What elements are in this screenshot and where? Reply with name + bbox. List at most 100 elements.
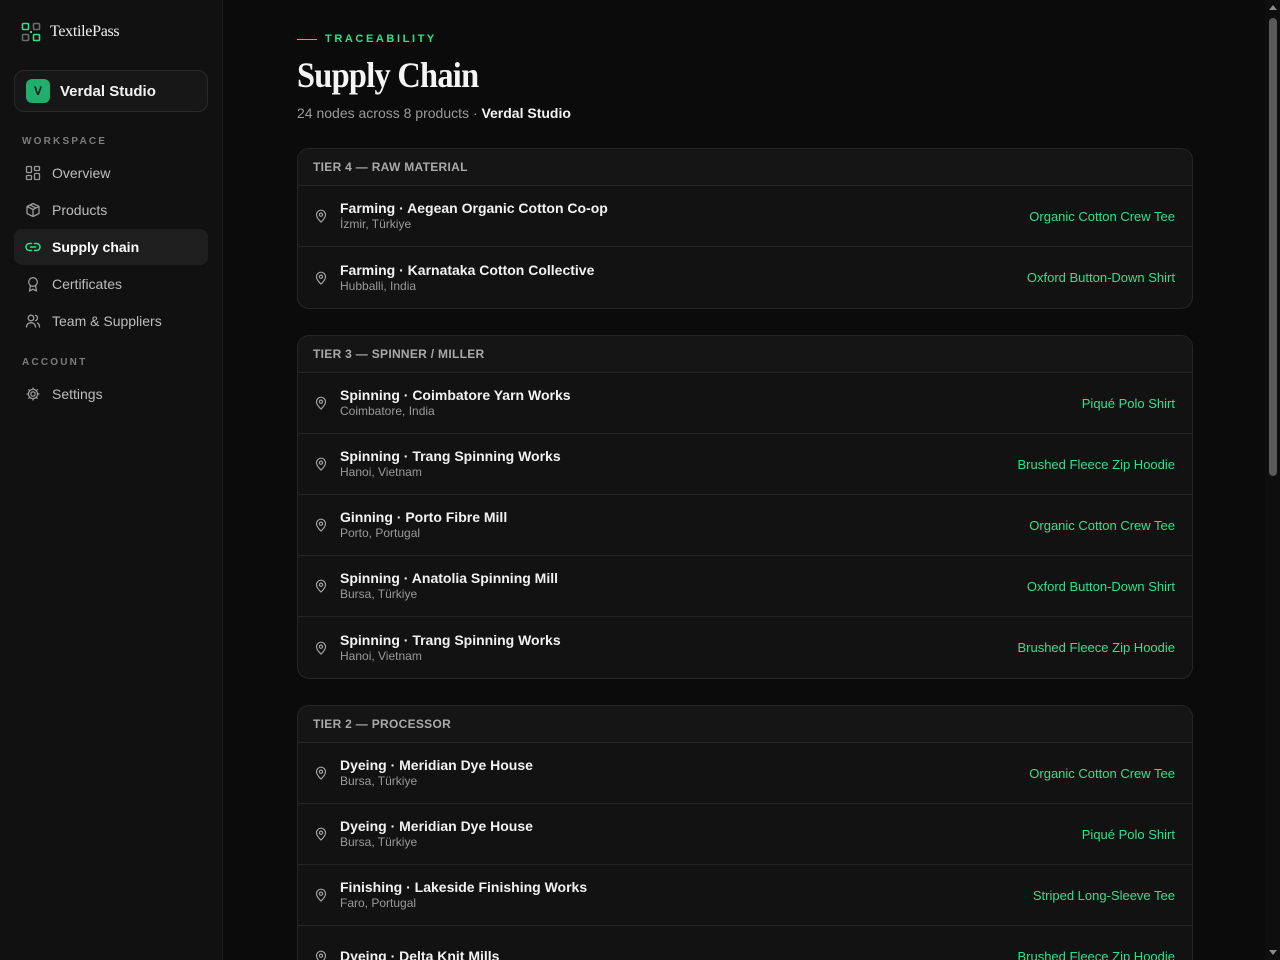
scroll-down-icon[interactable]: [1269, 950, 1277, 955]
sidebar-item-certificates[interactable]: Certificates: [14, 266, 208, 302]
scroll-up-icon[interactable]: [1269, 5, 1277, 10]
brand-name: TextilePass: [50, 23, 120, 40]
main-content: TRACEABILITY Supply Chain 24 nodes acros…: [223, 0, 1280, 960]
map-pin-icon: [315, 457, 327, 471]
account-nav: Settings: [14, 376, 208, 412]
node-location: Faro, Portugal: [340, 896, 417, 910]
node-location: Hanoi, Vietnam: [340, 465, 422, 479]
map-pin-icon: [315, 766, 327, 780]
eyebrow-line: [297, 38, 317, 40]
brand[interactable]: TextilePass: [14, 20, 208, 44]
account-section-label: ACCOUNT: [22, 357, 88, 368]
node-product-link[interactable]: Oxford Button-Down Shirt: [1027, 270, 1175, 285]
node-title: Finishing · Lakeside Finishing Works: [340, 879, 588, 895]
tier-card-2: TIER 2 — PROCESSOR Dyeing · Meridian Dye…: [297, 705, 1193, 960]
map-pin-icon: [315, 641, 327, 655]
gear-icon: [26, 387, 40, 401]
node-text: Dyeing · Meridian Dye House Bursa, Türki…: [340, 818, 1082, 850]
map-pin-icon: [315, 209, 327, 223]
node-product-link[interactable]: Striped Long-Sleeve Tee: [1033, 888, 1175, 903]
tier-card-3: TIER 3 — SPINNER / MILLER Spinning · Coi…: [297, 335, 1193, 679]
node-location: Hanoi, Vietnam: [340, 648, 422, 663]
org-name: Verdal Studio: [60, 82, 156, 100]
sidebar-item-label: Settings: [52, 386, 103, 402]
supply-node-row[interactable]: Finishing · Lakeside Finishing Works Far…: [298, 865, 1192, 926]
node-product-link[interactable]: Piqué Polo Shirt: [1082, 827, 1175, 842]
node-location: Coimbatore, India: [340, 404, 435, 418]
workspace-nav: Overview Products Supply chain Certifica…: [14, 155, 208, 339]
supply-node-row[interactable]: Spinning · Coimbatore Yarn Works Coimbat…: [298, 373, 1192, 434]
node-location: Bursa, Türkiye: [340, 774, 418, 788]
scrollbar-thumb[interactable]: [1269, 18, 1277, 476]
sidebar-item-label: Overview: [52, 165, 111, 181]
sidebar-item-supply-chain[interactable]: Supply chain: [14, 229, 208, 265]
node-product-link[interactable]: Brushed Fleece Zip Hoodie: [1017, 640, 1175, 655]
supply-node-row[interactable]: Dyeing · Meridian Dye House Bursa, Türki…: [298, 804, 1192, 865]
node-location: İzmir, Türkiye: [340, 217, 412, 231]
app-root: TextilePass V Verdal Studio WORKSPACE Ov…: [0, 0, 1280, 960]
node-title: Spinning · Coimbatore Yarn Works: [340, 387, 571, 403]
subtitle-org: Verdal Studio: [481, 105, 571, 121]
supply-node-row[interactable]: Spinning · Trang Spinning Works Hanoi, V…: [298, 434, 1192, 495]
supply-node-row[interactable]: Dyeing · Meridian Dye House Bursa, Türki…: [298, 743, 1192, 804]
node-text: Dyeing · Meridian Dye House Bursa, Türki…: [340, 757, 1029, 789]
tier-header: TIER 2 — PROCESSOR: [298, 706, 1192, 743]
grid-icon: [25, 165, 41, 181]
map-pin-icon: [315, 950, 327, 960]
sidebar-item-settings[interactable]: Settings: [14, 376, 208, 412]
sidebar-item-label: Team & Suppliers: [52, 313, 162, 329]
node-product-link[interactable]: Organic Cotton Crew Tee: [1029, 766, 1175, 781]
node-location: Porto, Portugal: [340, 526, 421, 540]
node-location: Bursa, Türkiye: [340, 587, 418, 601]
node-text: Dyeing · Delta Knit Mills: [340, 948, 1017, 960]
node-text: Ginning · Porto Fibre Mill Porto, Portug…: [340, 509, 1029, 541]
workspace-section-label: WORKSPACE: [22, 136, 108, 147]
map-pin-icon: [315, 396, 327, 410]
org-avatar: V: [26, 79, 50, 103]
supply-node-row[interactable]: Spinning · Anatolia Spinning Mill Bursa,…: [298, 556, 1192, 617]
node-product-link[interactable]: Organic Cotton Crew Tee: [1029, 209, 1175, 224]
node-text: Finishing · Lakeside Finishing Works Far…: [340, 879, 1033, 911]
supply-node-row[interactable]: Dyeing · Delta Knit Mills Brushed Fleece…: [298, 926, 1192, 960]
node-location: Bursa, Türkiye: [340, 835, 418, 849]
node-text: Spinning · Trang Spinning Works Hanoi, V…: [340, 632, 1017, 664]
node-product-link[interactable]: Organic Cotton Crew Tee: [1029, 518, 1175, 533]
page-subtitle: 24 nodes across 8 products · Verdal Stud…: [297, 105, 1193, 121]
page-eyebrow: TRACEABILITY: [297, 33, 1193, 45]
supply-node-row[interactable]: Ginning · Porto Fibre Mill Porto, Portug…: [298, 495, 1192, 556]
node-location: Hubballi, India: [340, 278, 417, 293]
map-pin-icon: [315, 518, 327, 532]
node-text: Farming · Aegean Organic Cotton Co-op İz…: [340, 200, 1029, 232]
node-product-link[interactable]: Piqué Polo Shirt: [1082, 396, 1175, 411]
map-pin-icon: [315, 888, 327, 902]
sidebar-item-products[interactable]: Products: [14, 192, 208, 228]
supply-node-row[interactable]: Spinning · Trang Spinning Works Hanoi, V…: [298, 617, 1192, 678]
supply-node-row[interactable]: Farming · Karnataka Cotton Collective Hu…: [298, 247, 1192, 308]
tier-header: TIER 3 — SPINNER / MILLER: [298, 336, 1192, 373]
qr-logo-icon: [21, 22, 41, 42]
map-pin-icon: [315, 579, 327, 593]
sidebar-item-label: Supply chain: [52, 239, 140, 255]
node-title: Spinning · Trang Spinning Works: [340, 448, 561, 464]
node-text: Farming · Karnataka Cotton Collective Hu…: [340, 262, 1027, 294]
node-title: Dyeing · Meridian Dye House: [340, 818, 533, 834]
node-title: Farming · Aegean Organic Cotton Co-op: [340, 200, 608, 216]
users-icon: [25, 314, 41, 328]
eyebrow-text: TRACEABILITY: [325, 33, 437, 45]
org-switcher[interactable]: V Verdal Studio: [14, 70, 208, 112]
page-scrollbar[interactable]: [1265, 0, 1280, 960]
node-title: Spinning · Anatolia Spinning Mill: [340, 570, 559, 586]
node-product-link[interactable]: Brushed Fleece Zip Hoodie: [1017, 457, 1175, 472]
tier-card-4: TIER 4 — RAW MATERIAL Farming · Aegean O…: [297, 148, 1193, 309]
sidebar-item-team-suppliers[interactable]: Team & Suppliers: [14, 303, 208, 339]
award-icon: [28, 277, 38, 292]
map-pin-icon: [315, 271, 327, 285]
supply-node-row[interactable]: Farming · Aegean Organic Cotton Co-op İz…: [298, 186, 1192, 247]
link-icon: [25, 242, 41, 252]
sidebar-item-overview[interactable]: Overview: [14, 155, 208, 191]
node-product-link[interactable]: Brushed Fleece Zip Hoodie: [1017, 949, 1175, 960]
sidebar-item-label: Products: [52, 202, 108, 218]
sidebar-item-label: Certificates: [52, 276, 123, 292]
page-title: Supply Chain: [297, 55, 479, 95]
node-product-link[interactable]: Oxford Button-Down Shirt: [1027, 579, 1175, 594]
